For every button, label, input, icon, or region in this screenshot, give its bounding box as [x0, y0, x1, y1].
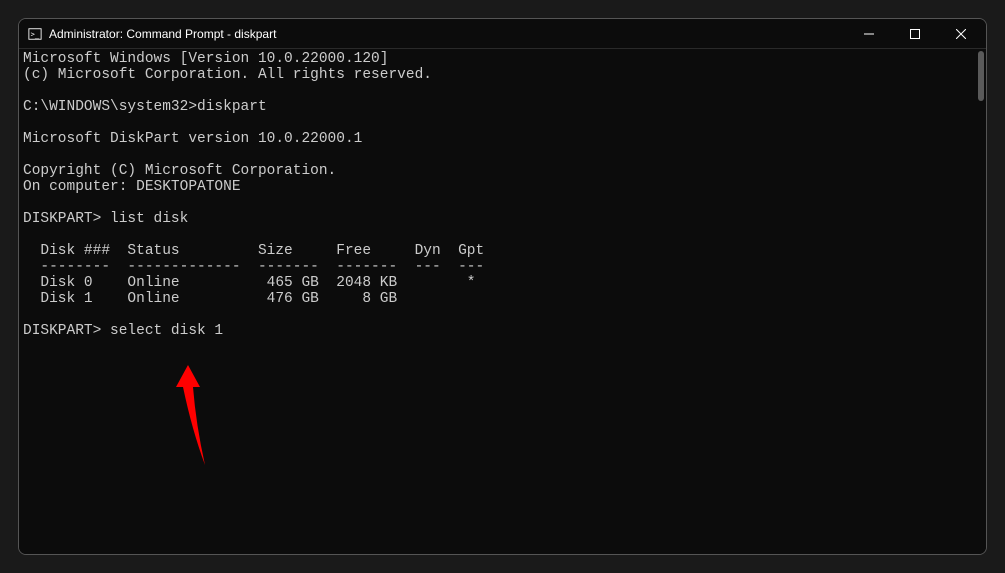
disk-table-divider: -------- ------------- ------- ------- -…: [23, 259, 484, 275]
prompt-diskpart: C:\WINDOWS\system32>diskpart: [23, 99, 267, 115]
diskpart-select-disk: DISKPART> select disk 1: [23, 323, 223, 339]
disk-table-row: Disk 0 Online 465 GB 2048 KB *: [23, 275, 475, 291]
close-button[interactable]: [938, 19, 984, 48]
disk-table-header: Disk ### Status Size Free Dyn Gpt: [23, 243, 484, 259]
terminal-output[interactable]: Microsoft Windows [Version 10.0.22000.12…: [19, 49, 986, 554]
cmd-icon: >_: [27, 26, 43, 42]
titlebar[interactable]: >_ Administrator: Command Prompt - diskp…: [19, 19, 986, 49]
computer-name: On computer: DESKTOPATONE: [23, 179, 241, 195]
version-line: Microsoft Windows [Version 10.0.22000.12…: [23, 51, 388, 67]
scrollbar-thumb[interactable]: [978, 51, 984, 101]
diskpart-copyright: Copyright (C) Microsoft Corporation.: [23, 163, 336, 179]
copyright-line: (c) Microsoft Corporation. All rights re…: [23, 67, 432, 83]
diskpart-version: Microsoft DiskPart version 10.0.22000.1: [23, 131, 362, 147]
svg-text:>_: >_: [31, 30, 40, 38]
maximize-button[interactable]: [892, 19, 938, 48]
window-controls: [846, 19, 984, 48]
disk-table-row: Disk 1 Online 476 GB 8 GB: [23, 291, 397, 307]
diskpart-list-disk: DISKPART> list disk: [23, 211, 188, 227]
command-prompt-window: >_ Administrator: Command Prompt - diskp…: [18, 18, 987, 555]
window-title: Administrator: Command Prompt - diskpart: [49, 27, 846, 41]
minimize-button[interactable]: [846, 19, 892, 48]
